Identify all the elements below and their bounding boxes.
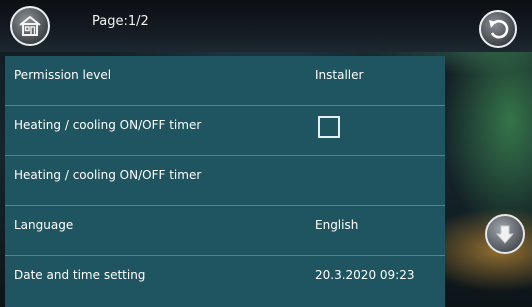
page-indicator: Page:1/2: [92, 14, 149, 29]
setting-label: Date and time setting: [14, 268, 146, 282]
timer-checkbox[interactable]: [318, 116, 340, 138]
home-button[interactable]: [10, 6, 50, 46]
setting-value: English: [315, 218, 359, 232]
top-bar: Page:1/2: [0, 0, 532, 52]
setting-row-timer-toggle: Heating / cooling ON/OFF timer: [5, 106, 445, 156]
home-icon: [19, 15, 41, 36]
setting-label: Heating / cooling ON/OFF timer: [14, 168, 202, 182]
setting-label: Language: [14, 218, 74, 232]
setting-label: Permission level: [14, 68, 112, 82]
setting-row-date-time[interactable]: Date and time setting 20.3.2020 09:23: [5, 256, 445, 306]
setting-value: 20.3.2020 09:23: [315, 268, 415, 282]
settings-panel: Permission level Installer Heating / coo…: [5, 56, 445, 307]
setting-label: Heating / cooling ON/OFF timer: [14, 118, 202, 132]
setting-row-timer[interactable]: Heating / cooling ON/OFF timer: [5, 156, 445, 206]
setting-value: Installer: [315, 68, 364, 82]
setting-row-language[interactable]: Language English: [5, 206, 445, 256]
back-button[interactable]: [479, 10, 517, 48]
scroll-down-button[interactable]: [485, 214, 525, 254]
setting-row-permission-level[interactable]: Permission level Installer: [5, 56, 445, 106]
back-arrow-icon: [489, 19, 509, 39]
scroll-down-icon: [495, 225, 515, 244]
